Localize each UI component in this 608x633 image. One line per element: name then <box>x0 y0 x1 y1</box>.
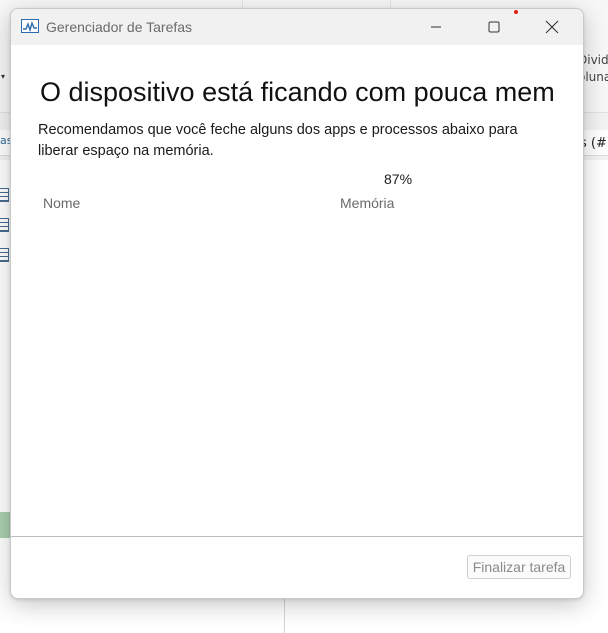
table-icon <box>0 188 9 202</box>
notification-dot <box>514 10 518 14</box>
formula-text: s (# <box>580 136 607 151</box>
task-manager-icon <box>21 19 39 33</box>
end-task-button[interactable]: Finalizar tarefa <box>467 555 571 579</box>
low-memory-message: Recomendamos que você feche alguns dos a… <box>38 122 518 159</box>
maximize-button[interactable] <box>471 9 517 45</box>
minimize-button[interactable] <box>413 9 459 45</box>
table-icon <box>0 218 9 232</box>
column-divider <box>284 595 285 633</box>
footer-divider <box>11 536 583 537</box>
title-bar[interactable]: Gerenciador de Tarefas <box>11 9 583 45</box>
memory-usage-percent: 87% <box>384 171 413 187</box>
close-button[interactable] <box>529 9 575 45</box>
task-manager-window: Gerenciador de Tarefas O dispositivo est… <box>10 8 584 599</box>
maximize-icon <box>488 21 500 33</box>
minimize-icon <box>431 26 441 28</box>
column-header-name[interactable]: Nome <box>43 195 80 211</box>
selected-table-icon <box>0 512 10 538</box>
window-title: Gerenciador de Tarefas <box>46 19 193 35</box>
column-header-memory[interactable]: Memória <box>340 195 394 211</box>
process-list[interactable] <box>11 221 583 535</box>
dropdown-arrow-icon[interactable]: ▾ <box>1 72 5 81</box>
table-icon <box>0 248 9 262</box>
low-memory-heading: O dispositivo está ficando com pouca mem… <box>40 77 554 107</box>
close-icon <box>545 20 559 34</box>
